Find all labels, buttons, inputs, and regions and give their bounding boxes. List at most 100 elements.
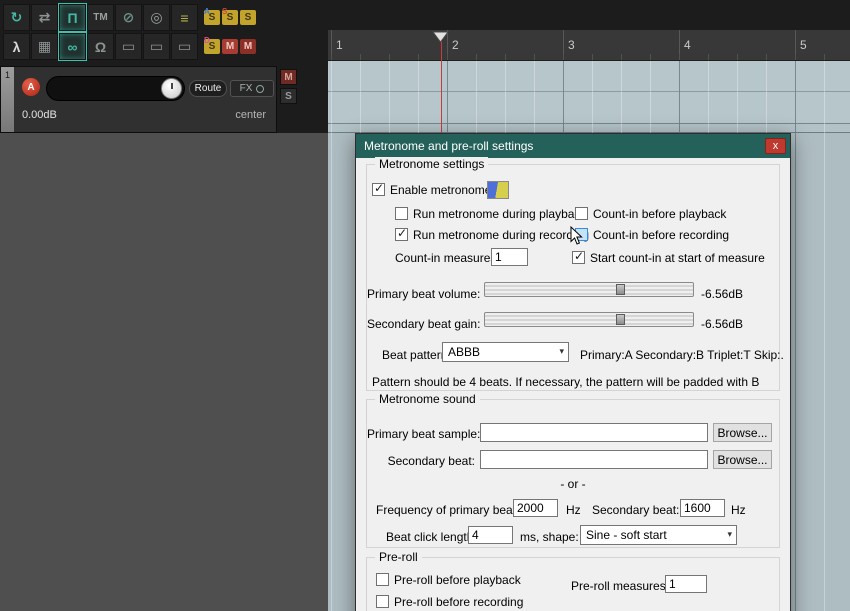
circular-arrow-button[interactable]: ↻ xyxy=(3,4,30,31)
checkbox-box xyxy=(376,573,389,586)
measure-number: 3 xyxy=(568,38,575,52)
secondary-freq-input[interactable] xyxy=(680,499,725,517)
toolbar-chips-row-1: AS SS S xyxy=(204,7,256,25)
swap-arrows-button[interactable]: ⇄ xyxy=(31,4,58,31)
toolbar-row-1: ↻ ⇄ Π TM ⊘ ◎ ≡ AS SS S xyxy=(3,3,318,32)
volume-fader[interactable] xyxy=(46,76,185,101)
secondary-gain-slider[interactable] xyxy=(484,312,694,327)
grid-line xyxy=(795,61,796,611)
volume-readout: 0.00dB xyxy=(22,109,57,121)
checkbox-box xyxy=(395,226,408,241)
beat-pattern-value: ABBB xyxy=(448,345,481,359)
checkbox-preroll-before-recording[interactable]: Pre-roll before recording xyxy=(376,594,523,609)
measure-number: 2 xyxy=(452,38,459,52)
checkbox-preroll-before-playback[interactable]: Pre-roll before playback xyxy=(376,572,521,587)
track-number-grip[interactable]: 1 xyxy=(1,67,14,132)
folder-button-2[interactable]: ▭ xyxy=(143,33,170,60)
empty-track-area[interactable] xyxy=(0,133,328,611)
measure-number: 5 xyxy=(800,38,807,52)
folder-icon: ▭ xyxy=(149,38,164,54)
dialog-titlebar[interactable]: Metronome and pre-roll settings xyxy=(356,134,790,158)
folder-button-3[interactable]: ▭ xyxy=(171,33,198,60)
mute-chip-2[interactable]: M xyxy=(240,39,256,54)
metronome-button[interactable]: Π xyxy=(59,4,86,31)
checkbox-start-countin-measure[interactable]: Start count-in at start of measure xyxy=(572,249,765,265)
primary-sample-input[interactable] xyxy=(480,423,708,442)
solo-chip-a[interactable]: AS xyxy=(204,7,220,25)
or-divider-text: - or - xyxy=(560,477,586,491)
shape-label: ms, shape: xyxy=(520,530,579,544)
volume-knob[interactable] xyxy=(161,78,182,99)
checkbox-label: Run metronome during playback xyxy=(413,206,587,221)
playhead-marker[interactable] xyxy=(432,31,450,43)
solo-button[interactable]: S xyxy=(280,88,297,104)
mute-button[interactable]: M xyxy=(280,69,297,85)
beat-pattern-select[interactable]: ABBB ▾ xyxy=(442,342,569,362)
route-button[interactable]: Route xyxy=(189,80,227,97)
preroll-measures-input[interactable] xyxy=(665,575,707,593)
hz-label-secondary: Hz xyxy=(731,503,746,517)
fx-button[interactable]: FX xyxy=(230,80,274,97)
checkbox-box xyxy=(575,207,588,220)
eye-button[interactable]: ◎ xyxy=(143,4,170,31)
beat-pattern-hint: Primary:A Secondary:B Triplet:T Skip:. xyxy=(580,348,784,362)
countin-measures-input[interactable] xyxy=(491,248,528,266)
checkbox-countin-before-recording[interactable]: Count-in before recording xyxy=(575,227,729,242)
checkbox-label: Count-in before recording xyxy=(593,227,730,242)
click-length-label: Beat click length: xyxy=(386,530,477,544)
grid-button[interactable]: ▦ xyxy=(31,33,58,60)
record-arm-button[interactable]: A xyxy=(22,78,40,96)
chip-corner-label: S xyxy=(222,7,228,16)
checkbox-enable-metronome[interactable]: Enable metronome xyxy=(372,181,492,197)
preroll-measures-label: Pre-roll measures: xyxy=(571,579,670,593)
mute-chip-1[interactable]: M xyxy=(222,39,238,54)
metronome-settings-group: Metronome settings Enable metronome Run … xyxy=(366,157,784,391)
primary-freq-input[interactable] xyxy=(513,499,558,517)
primary-sample-label: Primary beat sample: xyxy=(367,427,481,441)
folder-button-1[interactable]: ▭ xyxy=(115,33,142,60)
beat-pattern-color-button[interactable] xyxy=(487,181,509,199)
browse-secondary-button[interactable]: Browse... xyxy=(713,450,772,469)
envelope-button[interactable]: λ xyxy=(3,33,30,60)
primary-volume-slider[interactable] xyxy=(484,282,694,297)
close-button[interactable]: x xyxy=(765,138,786,154)
click-length-input[interactable] xyxy=(468,526,513,544)
checkbox-label: Enable metronome xyxy=(390,182,492,197)
measure-number: 4 xyxy=(684,38,691,52)
measure-number: 1 xyxy=(336,38,343,52)
slider-thumb[interactable] xyxy=(616,314,626,325)
solo-chip-s[interactable]: SS xyxy=(222,7,238,25)
eye-icon: ◎ xyxy=(150,9,163,25)
solo-chip-d[interactable]: DS xyxy=(204,36,220,54)
timeline-ruler[interactable]: 1 2 3 4 5 xyxy=(328,30,850,61)
grid-icon: ▦ xyxy=(37,38,52,54)
checkbox-label: Pre-roll before playback xyxy=(394,572,521,587)
lock-button[interactable]: Ω xyxy=(87,33,114,60)
list-button[interactable]: ≡ xyxy=(171,4,198,31)
chip-label: M xyxy=(243,41,253,52)
checkbox-box xyxy=(572,249,585,264)
secondary-gain-label: Secondary beat gain: xyxy=(367,317,481,331)
checkbox-run-metronome-playback[interactable]: Run metronome during playback xyxy=(395,206,586,221)
checkbox-run-metronome-recording[interactable]: Run metronome during recording xyxy=(395,226,590,242)
metronome-sound-group: Metronome sound Primary beat sample: Bro… xyxy=(366,392,780,548)
chip-label: S xyxy=(226,12,234,23)
solo-chip[interactable]: S xyxy=(240,10,256,25)
chain-link-button[interactable]: ∞ xyxy=(59,33,86,60)
eye-off-button[interactable]: ⊘ xyxy=(115,4,142,31)
slider-thumb[interactable] xyxy=(616,284,626,295)
checkbox-countin-before-playback[interactable]: Count-in before playback xyxy=(575,206,726,221)
chevron-down-icon: ▾ xyxy=(559,346,564,357)
secondary-sample-input[interactable] xyxy=(480,450,708,469)
main-toolbar: ↻ ⇄ Π TM ⊘ ◎ ≡ AS SS S λ ▦ ∞ Ω ▭ ▭ ▭ DS … xyxy=(0,0,318,64)
pan-readout: center xyxy=(235,109,266,121)
folder-icon: ▭ xyxy=(121,38,136,54)
reaper-app: ↻ ⇄ Π TM ⊘ ◎ ≡ AS SS S λ ▦ ∞ Ω ▭ ▭ ▭ DS … xyxy=(0,0,850,611)
click-shape-select[interactable]: Sine - soft start ▾ xyxy=(580,525,737,545)
chip-corner-label: A xyxy=(204,7,210,16)
tm-button[interactable]: TM xyxy=(87,4,114,31)
checkbox-label: Run metronome during recording xyxy=(413,227,590,242)
mouse-cursor xyxy=(570,226,583,245)
metronome-icon: Π xyxy=(67,9,78,26)
browse-primary-button[interactable]: Browse... xyxy=(713,423,772,442)
